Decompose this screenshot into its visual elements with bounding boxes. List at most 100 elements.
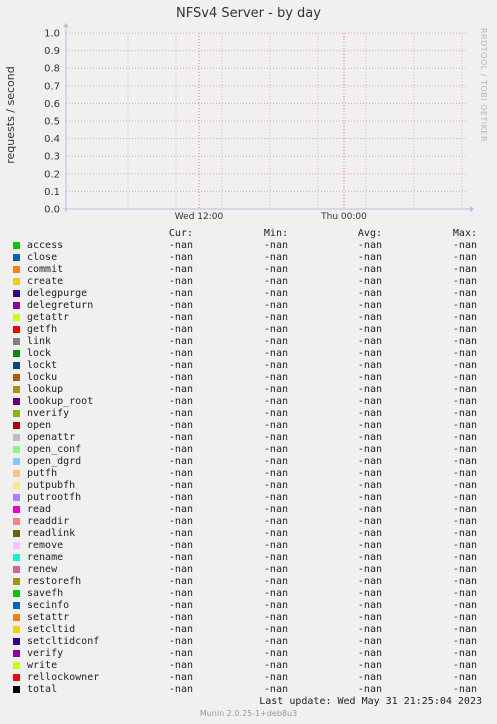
legend-row-lookup-root: lookup_root -nan -nan -nan -nan [0,396,497,408]
legend-swatch [13,638,20,645]
legend-value-max: -nan [452,456,477,467]
legend-name: restorefh [27,576,82,587]
legend-value-max: -nan [452,564,477,575]
legend-value-min: -nan [263,660,288,671]
legend-value-avg: -nan [357,396,382,407]
legend-value-max: -nan [452,288,477,299]
legend-name: setattr [27,612,70,623]
legend-value-min: -nan [263,300,288,311]
legend-value-cur: -nan [168,312,193,323]
legend-value-min: -nan [263,516,288,527]
legend-value-cur: -nan [168,552,193,563]
legend-value-cur: -nan [168,468,193,479]
legend-row-rename: rename -nan -nan -nan -nan [0,552,497,564]
y-tick-label: 1.0 [44,29,60,40]
legend-value-min: -nan [263,324,288,335]
legend-value-cur: -nan [168,672,193,683]
legend-value-max: -nan [452,504,477,515]
legend-value-cur: -nan [168,408,193,419]
legend-name: open_dgrd [27,456,82,467]
legend-name: setcltid [27,624,76,635]
legend-swatch [13,554,20,561]
legend-name: create [27,276,64,287]
legend-value-cur: -nan [168,684,193,695]
legend-name: lookup [27,384,64,395]
legend-value-avg: -nan [357,528,382,539]
legend-value-max: -nan [452,372,477,383]
legend-value-min: -nan [263,432,288,443]
legend-value-max: -nan [452,492,477,503]
legend-value-max: -nan [452,660,477,671]
legend-value-max: -nan [452,252,477,263]
legend-row-create: create -nan -nan -nan -nan [0,276,497,288]
legend-value-avg: -nan [357,444,382,455]
legend-value-max: -nan [452,324,477,335]
legend-swatch [13,278,20,285]
legend-row-delegreturn: delegreturn -nan -nan -nan -nan [0,300,497,312]
legend-header: Cur: Min: Avg: Max: [0,228,497,240]
legend-value-cur: -nan [168,372,193,383]
legend-value-cur: -nan [168,276,193,287]
legend-value-min: -nan [263,252,288,263]
legend-value-avg: -nan [357,264,382,275]
legend-value-min: -nan [263,492,288,503]
legend-swatch [13,350,20,357]
legend-value-min: -nan [263,588,288,599]
legend-value-cur: -nan [168,264,193,275]
legend-row-putfh: putfh -nan -nan -nan -nan [0,468,497,480]
legend-value-cur: -nan [168,324,193,335]
legend-row-getattr: getattr -nan -nan -nan -nan [0,312,497,324]
legend-value-avg: -nan [357,240,382,251]
legend-row-readdir: readdir -nan -nan -nan -nan [0,516,497,528]
legend-row-read: read -nan -nan -nan -nan [0,504,497,516]
legend-row-link: link -nan -nan -nan -nan [0,336,497,348]
legend-value-min: -nan [263,552,288,563]
legend-value-min: -nan [263,360,288,371]
legend-value-max: -nan [452,336,477,347]
legend-value-cur: -nan [168,252,193,263]
legend-value-max: -nan [452,552,477,563]
legend-row-putrootfh: putrootfh -nan -nan -nan -nan [0,492,497,504]
legend-swatch [13,446,20,453]
legend-row-open: open -nan -nan -nan -nan [0,420,497,432]
legend-name: renew [27,564,58,575]
legend-value-avg: -nan [357,336,382,347]
legend-value-max: -nan [452,312,477,323]
legend-value-avg: -nan [357,276,382,287]
legend-name: putrootfh [27,492,82,503]
legend-swatch [13,686,20,693]
axes [63,23,474,212]
legend-value-min: -nan [263,564,288,575]
legend-value-cur: -nan [168,576,193,587]
legend-name: secinfo [27,600,70,611]
legend-row-rellockowner: rellockowner -nan -nan -nan -nan [0,672,497,684]
legend-row-restorefh: restorefh -nan -nan -nan -nan [0,576,497,588]
legend-value-avg: -nan [357,252,382,263]
legend-swatch [13,326,20,333]
legend-swatch [13,650,20,657]
legend-row-close: close -nan -nan -nan -nan [0,252,497,264]
legend-value-min: -nan [263,468,288,479]
legend-value-cur: -nan [168,600,193,611]
legend-row-locku: locku -nan -nan -nan -nan [0,372,497,384]
legend-value-min: -nan [263,540,288,551]
legend-value-avg: -nan [357,480,382,491]
legend-value-avg: -nan [357,648,382,659]
legend-name: rename [27,552,64,563]
legend-row-delegpurge: delegpurge -nan -nan -nan -nan [0,288,497,300]
x-tick-label: Wed 12:00 [175,212,224,222]
legend-swatch [13,290,20,297]
legend-swatch [13,542,20,549]
y-tick-labels: 0.0 0.1 0.2 0.3 0.4 0.5 0.6 0.7 0.8 0.9 1.0 [44,29,60,216]
legend-value-max: -nan [452,264,477,275]
legend-row-readlink: readlink -nan -nan -nan -nan [0,528,497,540]
legend-row-setcltid: setcltid -nan -nan -nan -nan [0,624,497,636]
legend-row-open-dgrd: open_dgrd -nan -nan -nan -nan [0,456,497,468]
legend-value-max: -nan [452,624,477,635]
legend-row-setcltidconf: setcltidconf -nan -nan -nan -nan [0,636,497,648]
legend-value-min: -nan [263,648,288,659]
legend-name: nverify [27,408,70,419]
y-tick-label: 0.0 [44,205,60,216]
legend-swatch [13,482,20,489]
legend-value-avg: -nan [357,660,382,671]
